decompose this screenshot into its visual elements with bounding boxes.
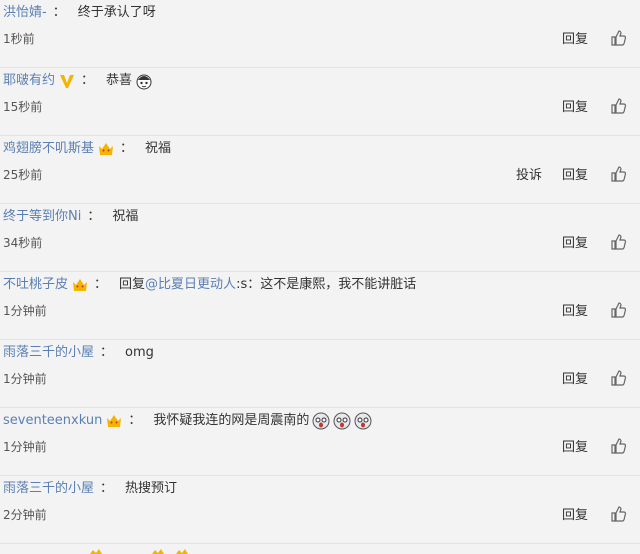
thumbs-up-icon[interactable] bbox=[610, 29, 626, 46]
comment-line: 终于等到你Ni ： 祝福 bbox=[3, 208, 138, 226]
reply-button[interactable]: 回复 bbox=[562, 368, 588, 387]
face-emoji-icon bbox=[312, 412, 330, 430]
reply-button[interactable]: 回复 bbox=[562, 436, 588, 455]
comment-actions: 回复 bbox=[562, 436, 626, 455]
comment-item: 耶啵有约 ： 恭喜 15秒前 回复 bbox=[0, 68, 640, 136]
comment-username[interactable]: 终于等到你Ni bbox=[3, 208, 81, 226]
thumbs-up-icon[interactable] bbox=[610, 301, 626, 318]
comment-line: seventeenxkun ： 我怀疑我连的网是周震南的 bbox=[3, 412, 372, 430]
comment-separator: ： bbox=[81, 73, 95, 88]
comment-username[interactable]: 耶啵有约 bbox=[3, 72, 55, 90]
comment-line: 雨落三千的小屋 ： 热搜预订 bbox=[3, 480, 177, 498]
comment-username[interactable]: 雨落三千的小屋 bbox=[3, 344, 94, 362]
comment-line: 雨落三千的小屋 ： omg bbox=[3, 344, 154, 362]
thumbs-up-icon[interactable] bbox=[610, 233, 626, 250]
v-badge-icon bbox=[60, 75, 75, 88]
crown-icon bbox=[99, 143, 114, 155]
comment-separator: ： bbox=[120, 141, 134, 156]
comment-line: 鸡翅膀不叽斯基 ： 祝福 bbox=[3, 140, 171, 158]
comment-item: 不吐桃子皮 ： 回复 @比夏日更动人 :s：这不是康熙，我不能讲脏话 1分钟前 … bbox=[0, 272, 640, 340]
comment-actions: 回复 bbox=[562, 28, 626, 47]
comment-line: 耶啵有约 ： 恭喜 bbox=[3, 72, 153, 90]
report-button[interactable]: 投诉 bbox=[516, 164, 542, 183]
comment-username[interactable]: 雨落三千的小屋 bbox=[3, 480, 94, 498]
comment-username[interactable]: 鸡翅膀不叽斯基 bbox=[3, 140, 94, 158]
comment-item: 雨落三千的小屋 ： omg 1分钟前 回复 bbox=[0, 340, 640, 408]
comment-text: 祝福 bbox=[145, 141, 172, 156]
next-comment-partial-icons bbox=[90, 549, 188, 554]
comment-text: 终于承认了呀 bbox=[77, 5, 156, 20]
comment-actions: 投诉 回复 bbox=[516, 164, 626, 183]
comment-text: omg bbox=[125, 345, 154, 360]
face-emoji-icon bbox=[354, 412, 372, 430]
comment-separator: ： bbox=[52, 5, 66, 20]
crown-icon bbox=[73, 279, 88, 291]
comment-time: 2分钟前 bbox=[3, 508, 47, 522]
reply-button[interactable]: 回复 bbox=[562, 28, 588, 47]
comment-username[interactable]: 不吐桃子皮 bbox=[3, 276, 68, 294]
thumbs-up-icon[interactable] bbox=[610, 437, 626, 454]
crown-icon bbox=[107, 415, 122, 427]
comment-reply-prefix: 回复 bbox=[119, 277, 146, 292]
comment-actions: 回复 bbox=[562, 232, 626, 251]
comment-separator: ： bbox=[100, 345, 114, 360]
comment-item: 终于等到你Ni ： 祝福 34秒前 回复 bbox=[0, 204, 640, 272]
comment-mention[interactable]: @比夏日更动人 bbox=[145, 276, 236, 294]
comment-time: 25秒前 bbox=[3, 168, 43, 182]
thumbs-up-icon[interactable] bbox=[610, 97, 626, 114]
face-emoji-icon bbox=[333, 412, 351, 430]
thumbs-up-icon[interactable] bbox=[610, 165, 626, 182]
reply-button[interactable]: 回复 bbox=[562, 96, 588, 115]
comment-item: 洪怡婧- ： 终于承认了呀 1秒前 回复 bbox=[0, 0, 640, 68]
comment-text: 祝福 bbox=[112, 209, 139, 224]
comment-text: 热搜预订 bbox=[125, 481, 178, 496]
comment-separator: ： bbox=[128, 413, 142, 428]
comment-separator: ： bbox=[87, 209, 101, 224]
reply-button[interactable]: 回复 bbox=[562, 300, 588, 319]
comment-time: 1分钟前 bbox=[3, 440, 47, 454]
thumbs-up-icon[interactable] bbox=[610, 505, 626, 522]
comment-actions: 回复 bbox=[562, 300, 626, 319]
comment-time: 1秒前 bbox=[3, 32, 35, 46]
comment-time: 15秒前 bbox=[3, 100, 43, 114]
comment-time: 34秒前 bbox=[3, 236, 43, 250]
comment-text: 恭喜 bbox=[106, 73, 133, 88]
comment-username[interactable]: 洪怡婧- bbox=[3, 4, 47, 22]
thumbs-up-icon[interactable] bbox=[610, 369, 626, 386]
reply-button[interactable]: 回复 bbox=[562, 164, 588, 183]
comment-item: seventeenxkun ： 我怀疑我连的网是周震南的 1分钟前 回复 bbox=[0, 408, 640, 476]
comment-actions: 回复 bbox=[562, 504, 626, 523]
comment-time: 1分钟前 bbox=[3, 372, 47, 386]
comment-text: :s：这不是康熙，我不能讲脏话 bbox=[236, 277, 417, 292]
reply-button[interactable]: 回复 bbox=[562, 504, 588, 523]
reply-button[interactable]: 回复 bbox=[562, 232, 588, 251]
comment-separator: ： bbox=[94, 277, 108, 292]
comment-line: 不吐桃子皮 ： 回复 @比夏日更动人 :s：这不是康熙，我不能讲脏话 bbox=[3, 276, 416, 294]
comment-item: 雨落三千的小屋 ： 热搜预订 2分钟前 回复 bbox=[0, 476, 640, 544]
face-emoji-icon bbox=[136, 74, 152, 90]
comment-line: 洪怡婧- ： 终于承认了呀 bbox=[3, 4, 156, 22]
comment-text: 我怀疑我连的网是周震南的 bbox=[153, 413, 310, 428]
comment-actions: 回复 bbox=[562, 96, 626, 115]
comment-item: 鸡翅膀不叽斯基 ： 祝福 25秒前 投诉 回复 bbox=[0, 136, 640, 204]
comment-time: 1分钟前 bbox=[3, 304, 47, 318]
comment-username[interactable]: seventeenxkun bbox=[3, 412, 102, 430]
comment-separator: ： bbox=[100, 481, 114, 496]
comment-actions: 回复 bbox=[562, 368, 626, 387]
comment-list: 洪怡婧- ： 终于承认了呀 1秒前 回复 耶啵有约 ： 恭喜 15秒前 回复 鸡… bbox=[0, 0, 640, 554]
